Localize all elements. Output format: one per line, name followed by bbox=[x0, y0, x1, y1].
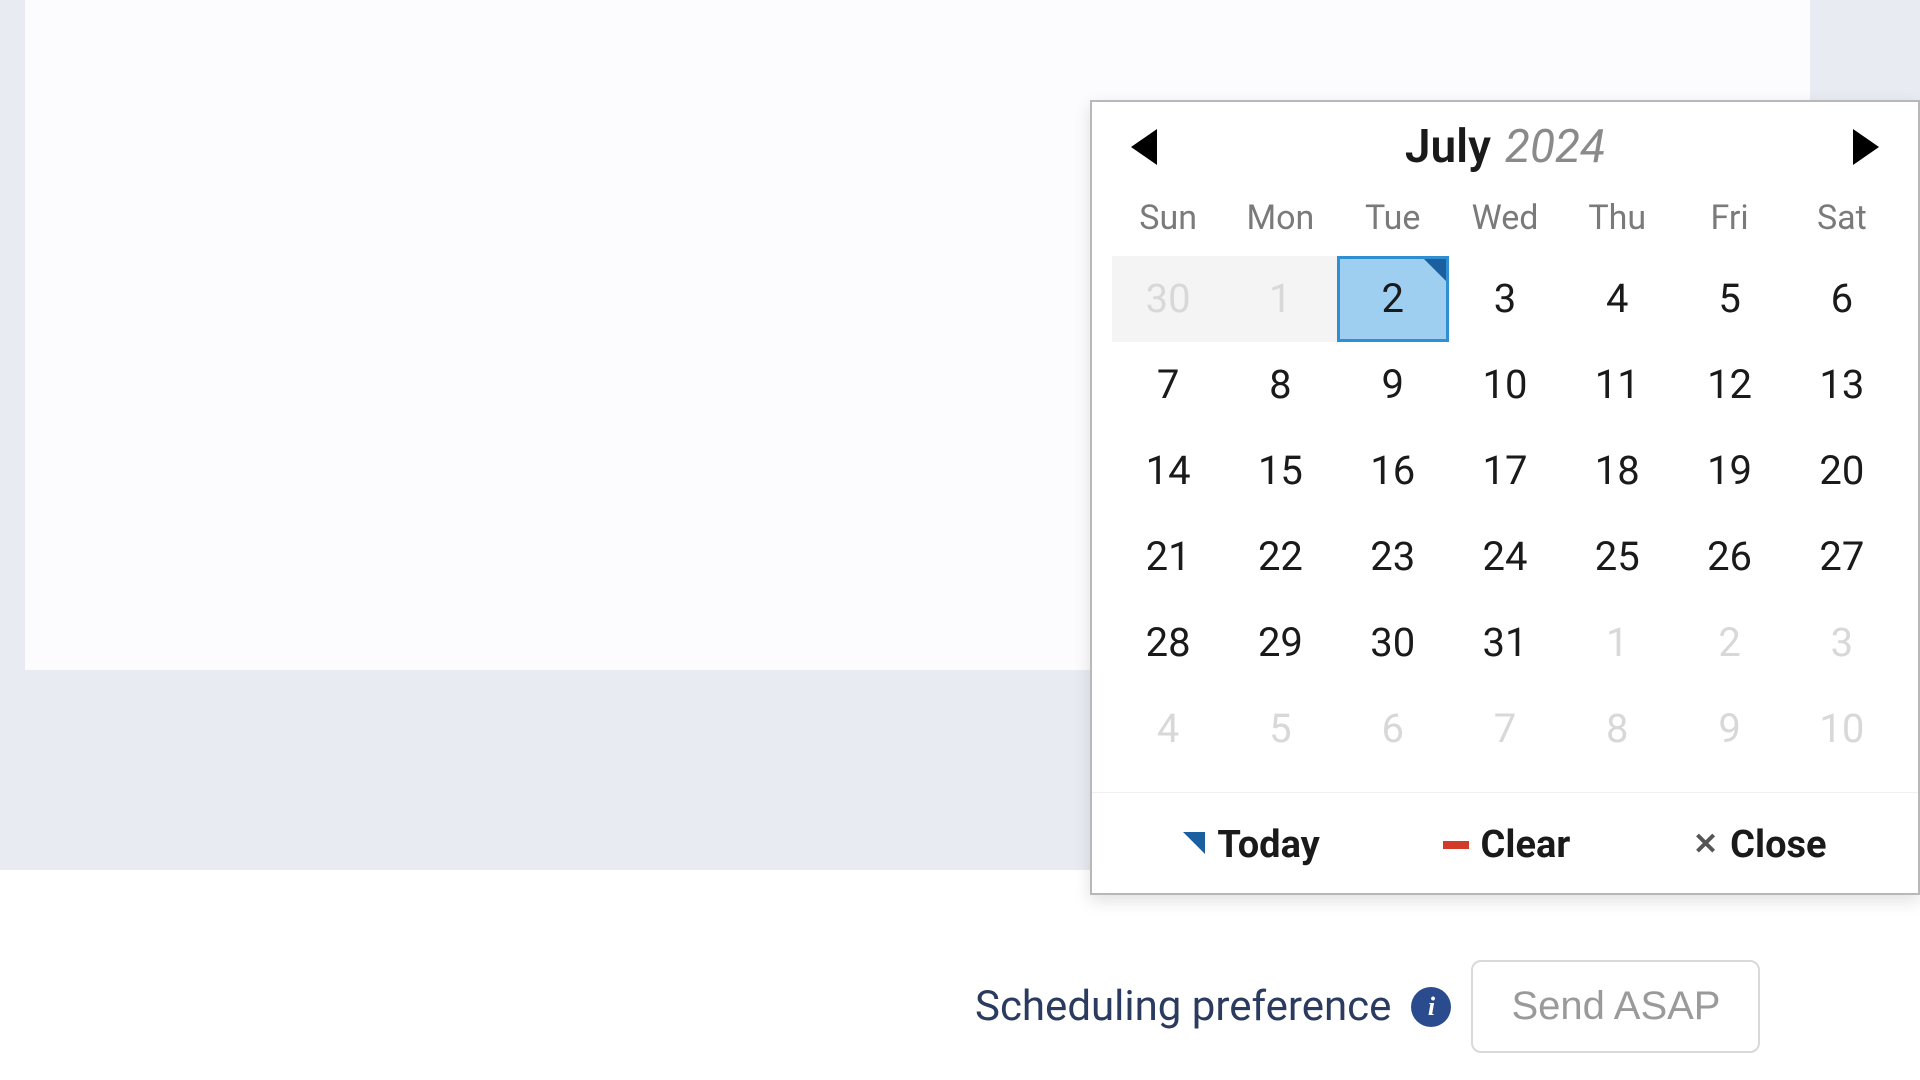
day-cell[interactable]: 6 bbox=[1786, 256, 1898, 342]
day-cell[interactable]: 31 bbox=[1449, 600, 1561, 686]
day-cell[interactable]: 8 bbox=[1224, 342, 1336, 428]
dow-header: Mon bbox=[1224, 184, 1336, 256]
day-cell[interactable]: 4 bbox=[1561, 256, 1673, 342]
day-cell-other-month: 1 bbox=[1561, 600, 1673, 686]
close-label: Close bbox=[1730, 823, 1826, 867]
day-cell[interactable]: 10 bbox=[1449, 342, 1561, 428]
day-cell[interactable]: 13 bbox=[1786, 342, 1898, 428]
day-cell[interactable]: 30 bbox=[1337, 600, 1449, 686]
day-cell-other-month: 30 bbox=[1112, 256, 1224, 342]
day-cell-other-month: 2 bbox=[1673, 600, 1785, 686]
day-cell[interactable]: 15 bbox=[1224, 428, 1336, 514]
month-year-title[interactable]: July 2024 bbox=[1405, 120, 1605, 174]
chevron-right-icon bbox=[1853, 129, 1879, 165]
close-button[interactable]: ✕ Close bbox=[1693, 823, 1827, 867]
day-cell[interactable]: 24 bbox=[1449, 514, 1561, 600]
day-cell[interactable]: 14 bbox=[1112, 428, 1224, 514]
day-cell[interactable]: 25 bbox=[1561, 514, 1673, 600]
day-cell-other-month: 6 bbox=[1337, 686, 1449, 772]
day-cell[interactable]: 20 bbox=[1786, 428, 1898, 514]
clear-icon bbox=[1443, 841, 1469, 849]
dow-header: Fri bbox=[1673, 184, 1785, 256]
year-label: 2024 bbox=[1505, 120, 1605, 174]
day-cell-other-month: 4 bbox=[1112, 686, 1224, 772]
day-cell[interactable]: 21 bbox=[1112, 514, 1224, 600]
prev-month-button[interactable] bbox=[1122, 125, 1166, 169]
day-cell[interactable]: 12 bbox=[1673, 342, 1785, 428]
day-cell[interactable]: 11 bbox=[1561, 342, 1673, 428]
day-cell[interactable]: 5 bbox=[1673, 256, 1785, 342]
chevron-left-icon bbox=[1131, 129, 1157, 165]
dow-header: Sat bbox=[1786, 184, 1898, 256]
day-cell[interactable]: 3 bbox=[1449, 256, 1561, 342]
day-cell[interactable]: 19 bbox=[1673, 428, 1785, 514]
date-picker-footer: Today Clear ✕ Close bbox=[1092, 792, 1918, 893]
scheduling-preference-row: Scheduling preference i Send ASAP bbox=[975, 960, 1760, 1053]
day-cell-other-month: 1 bbox=[1224, 256, 1336, 342]
day-cell-selected[interactable]: 2 bbox=[1337, 256, 1449, 342]
today-marker-icon bbox=[1183, 832, 1205, 854]
day-cell-other-month: 8 bbox=[1561, 686, 1673, 772]
day-cell[interactable]: 29 bbox=[1224, 600, 1336, 686]
clear-button[interactable]: Clear bbox=[1443, 823, 1571, 867]
day-cell[interactable]: 7 bbox=[1112, 342, 1224, 428]
day-cell[interactable]: 18 bbox=[1561, 428, 1673, 514]
day-cell-other-month: 3 bbox=[1786, 600, 1898, 686]
day-cell[interactable]: 9 bbox=[1337, 342, 1449, 428]
next-month-button[interactable] bbox=[1844, 125, 1888, 169]
day-cell-other-month: 10 bbox=[1786, 686, 1898, 772]
day-cell[interactable]: 22 bbox=[1224, 514, 1336, 600]
day-cell-other-month: 7 bbox=[1449, 686, 1561, 772]
clear-label: Clear bbox=[1481, 823, 1571, 867]
send-asap-button[interactable]: Send ASAP bbox=[1471, 960, 1760, 1053]
day-cell[interactable]: 27 bbox=[1786, 514, 1898, 600]
day-cell[interactable]: 26 bbox=[1673, 514, 1785, 600]
day-cell[interactable]: 23 bbox=[1337, 514, 1449, 600]
info-icon[interactable]: i bbox=[1411, 987, 1451, 1027]
day-cell-other-month: 9 bbox=[1673, 686, 1785, 772]
day-cell[interactable]: 28 bbox=[1112, 600, 1224, 686]
day-cell[interactable]: 17 bbox=[1449, 428, 1561, 514]
month-label: July bbox=[1405, 120, 1491, 174]
dow-header: Thu bbox=[1561, 184, 1673, 256]
day-cell-other-month: 5 bbox=[1224, 686, 1336, 772]
date-picker-header: July 2024 bbox=[1092, 102, 1918, 184]
today-label: Today bbox=[1217, 823, 1319, 867]
calendar-grid: SunMonTueWedThuFriSat3012345678910111213… bbox=[1092, 184, 1918, 782]
today-button[interactable]: Today bbox=[1183, 823, 1319, 867]
scheduling-label: Scheduling preference bbox=[975, 982, 1391, 1031]
close-icon: ✕ bbox=[1693, 830, 1718, 860]
dow-header: Tue bbox=[1337, 184, 1449, 256]
day-cell[interactable]: 16 bbox=[1337, 428, 1449, 514]
dow-header: Sun bbox=[1112, 184, 1224, 256]
dow-header: Wed bbox=[1449, 184, 1561, 256]
date-picker: July 2024 SunMonTueWedThuFriSat301234567… bbox=[1090, 100, 1920, 895]
